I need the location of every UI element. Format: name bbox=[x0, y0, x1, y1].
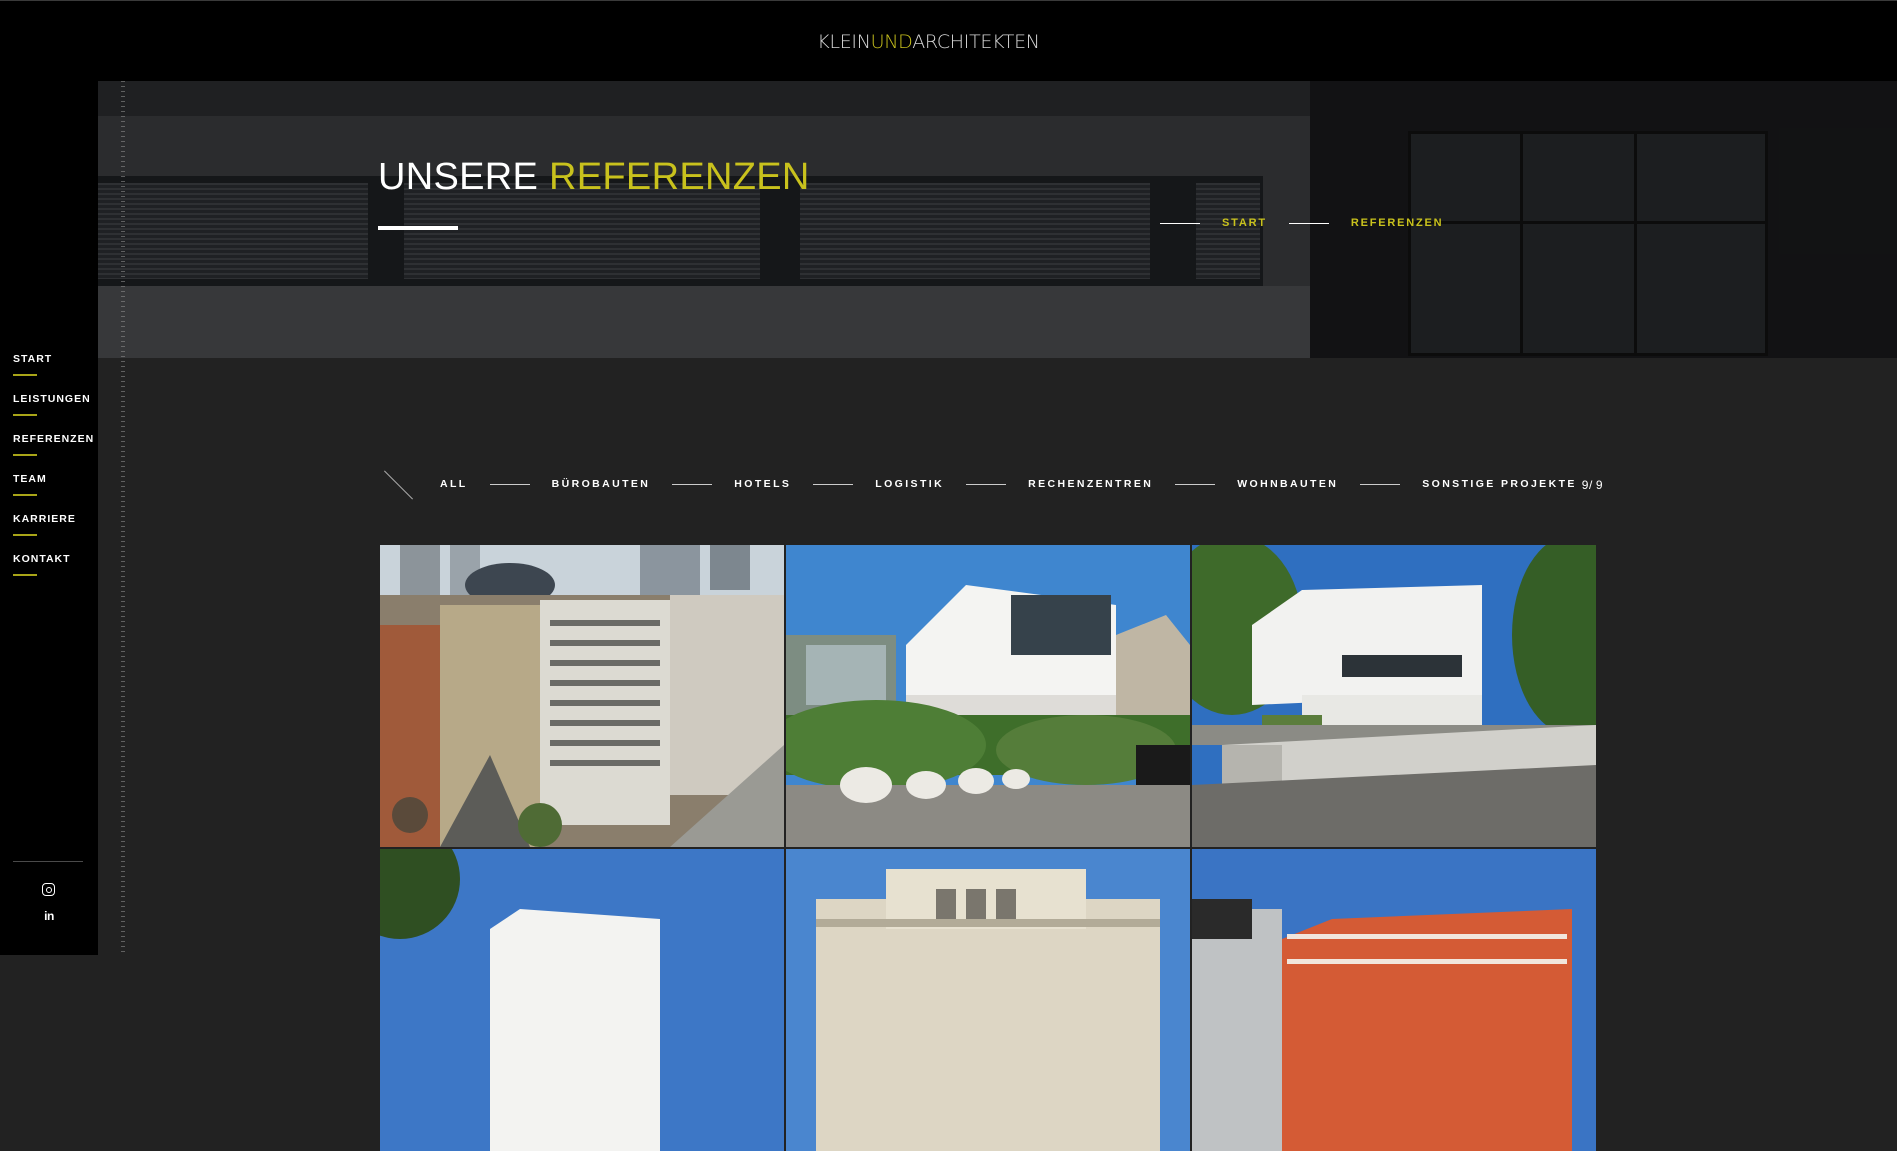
sidebar-item-karriere[interactable]: KARRIERE bbox=[13, 513, 94, 553]
breadcrumb-start[interactable]: START bbox=[1222, 217, 1267, 229]
nav-underline bbox=[13, 454, 37, 456]
breadcrumb-referenzen: REFERENZEN bbox=[1350, 217, 1444, 229]
project-card[interactable] bbox=[786, 545, 1190, 847]
filter-separator bbox=[966, 483, 1007, 485]
filter-separator bbox=[813, 483, 854, 485]
project-card[interactable] bbox=[786, 849, 1190, 1151]
filter-separator bbox=[1175, 483, 1216, 485]
project-image bbox=[380, 849, 784, 1151]
filter-hotels[interactable]: HOTELS bbox=[734, 478, 791, 490]
vertical-ruler bbox=[119, 81, 128, 955]
sidebar-item-label: REFERENZEN bbox=[13, 433, 95, 445]
nav-underline bbox=[13, 374, 37, 376]
instagram-icon[interactable] bbox=[42, 883, 55, 896]
hero-overlay bbox=[98, 81, 1897, 358]
project-image bbox=[786, 545, 1190, 847]
sidebar-item-label: KARRIERE bbox=[13, 513, 76, 525]
slash-icon bbox=[383, 470, 413, 500]
counter-current: 9/ bbox=[1581, 478, 1593, 492]
sidebar-item-kontakt[interactable]: KONTAKT bbox=[13, 553, 94, 593]
filter-bar: ALL BÜROBAUTEN HOTELS LOGISTIK RECHENZEN… bbox=[383, 468, 1605, 500]
sidebar-divider bbox=[13, 861, 83, 862]
filter-separator bbox=[1360, 483, 1401, 485]
top-header: KLEINUNDARCHITEKTEN bbox=[0, 0, 1897, 81]
logo-part-und: UND bbox=[870, 31, 913, 53]
nav-underline bbox=[13, 414, 37, 416]
nav-underline bbox=[13, 534, 37, 536]
breadcrumb-line bbox=[1160, 222, 1200, 224]
hero-banner bbox=[98, 81, 1897, 358]
filter-separator bbox=[672, 483, 713, 485]
sidebar-item-leistungen[interactable]: LEISTUNGEN bbox=[13, 393, 94, 433]
filter-wohnbauten[interactable]: WOHNBAUTEN bbox=[1237, 478, 1338, 490]
project-image bbox=[1192, 545, 1596, 847]
sidebar-item-start[interactable]: START bbox=[13, 353, 94, 393]
project-image bbox=[380, 545, 784, 847]
page-title: UNSERE REFERENZEN bbox=[378, 156, 810, 199]
filter-sonstige-projekte[interactable]: SONSTIGE PROJEKTE bbox=[1422, 478, 1577, 490]
project-image bbox=[1192, 849, 1596, 1151]
sidebar: START LEISTUNGEN REFERENZEN TEAM KARRIER… bbox=[0, 81, 98, 955]
linkedin-icon[interactable]: in bbox=[41, 908, 57, 924]
filter-logistik[interactable]: LOGISTIK bbox=[875, 478, 944, 490]
filter-separator bbox=[489, 483, 530, 485]
sidebar-item-referenzen[interactable]: REFERENZEN bbox=[13, 433, 94, 473]
logo-part-klein: KLEIN bbox=[817, 31, 871, 53]
page-title-white: UNSERE bbox=[378, 156, 539, 198]
filter-buerobauten[interactable]: BÜROBAUTEN bbox=[552, 478, 651, 490]
sidebar-nav: START LEISTUNGEN REFERENZEN TEAM KARRIER… bbox=[13, 353, 94, 593]
nav-underline bbox=[13, 494, 37, 496]
project-card[interactable] bbox=[1192, 849, 1596, 1151]
sidebar-item-label: KONTAKT bbox=[13, 553, 71, 565]
project-card[interactable] bbox=[380, 545, 784, 847]
project-card[interactable] bbox=[1192, 545, 1596, 847]
sidebar-item-label: LEISTUNGEN bbox=[13, 393, 91, 405]
logo-part-architekten: ARCHITEKTEN bbox=[912, 31, 1040, 53]
sidebar-item-team[interactable]: TEAM bbox=[13, 473, 94, 513]
sidebar-item-label: START bbox=[13, 353, 53, 365]
filter-list: ALL BÜROBAUTEN HOTELS LOGISTIK RECHENZEN… bbox=[440, 478, 1577, 490]
project-card[interactable] bbox=[380, 849, 784, 1151]
title-underline bbox=[378, 226, 458, 230]
filter-all[interactable]: ALL bbox=[440, 478, 468, 490]
site-logo[interactable]: KLEINUNDARCHITEKTEN bbox=[0, 31, 1857, 53]
filter-rechenzentren[interactable]: RECHENZENTREN bbox=[1028, 478, 1153, 490]
nav-underline bbox=[13, 574, 37, 576]
project-counter: 9/9 bbox=[1581, 478, 1603, 492]
counter-total: 9 bbox=[1595, 478, 1603, 492]
breadcrumb-line bbox=[1288, 222, 1329, 224]
breadcrumb: START REFERENZEN bbox=[1160, 217, 1465, 229]
project-image bbox=[786, 849, 1190, 1151]
sidebar-item-label: TEAM bbox=[13, 473, 47, 485]
page-title-accent: REFERENZEN bbox=[549, 156, 810, 198]
